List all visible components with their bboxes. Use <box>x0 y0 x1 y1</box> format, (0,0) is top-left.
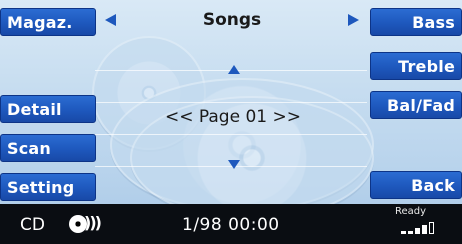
track-time: 1/98 00:00 <box>182 215 280 235</box>
down-arrow-icon[interactable] <box>228 160 240 169</box>
softkey-treble[interactable]: Treble <box>370 52 462 80</box>
softkey-label: Scan <box>7 138 51 158</box>
softkey-detail[interactable]: Detail <box>0 95 96 123</box>
softkey-scan[interactable]: Scan <box>0 134 96 162</box>
status-bar: CD ))) 1/98 00:00 Ready <box>0 204 462 244</box>
softkey-back[interactable]: Back <box>370 171 462 199</box>
divider <box>95 102 367 103</box>
softkey-label: Back <box>411 175 455 195</box>
sound-wave-icon: ))) <box>84 213 102 232</box>
softkey-label: Bass <box>412 12 455 32</box>
softkey-magaz[interactable]: Magaz. <box>0 8 96 36</box>
softkey-setting[interactable]: Setting <box>0 173 96 201</box>
ready-status: Ready <box>395 206 427 217</box>
up-arrow-icon[interactable] <box>228 65 240 74</box>
softkey-label: Treble <box>398 56 455 76</box>
title-bar: Songs <box>97 6 367 34</box>
page-indicator[interactable]: << Page 01 >> <box>140 107 326 127</box>
softkey-label: Detail <box>7 99 62 119</box>
signal-bars-icon <box>401 222 434 234</box>
softkey-label: Magaz. <box>7 12 73 32</box>
infotainment-screen: Magaz. Detail Scan Setting Songs Bass Tr… <box>0 0 462 244</box>
softkey-bal-fad[interactable]: Bal/Fad <box>370 91 462 119</box>
divider <box>95 134 367 135</box>
source-label: CD <box>20 215 45 235</box>
softkey-label: Bal/Fad <box>387 95 455 115</box>
page-title: Songs <box>202 10 262 30</box>
softkey-label: Setting <box>7 177 75 197</box>
right-triangle-icon[interactable] <box>347 14 359 26</box>
softkey-bass[interactable]: Bass <box>370 8 462 36</box>
left-triangle-icon[interactable] <box>105 14 116 26</box>
